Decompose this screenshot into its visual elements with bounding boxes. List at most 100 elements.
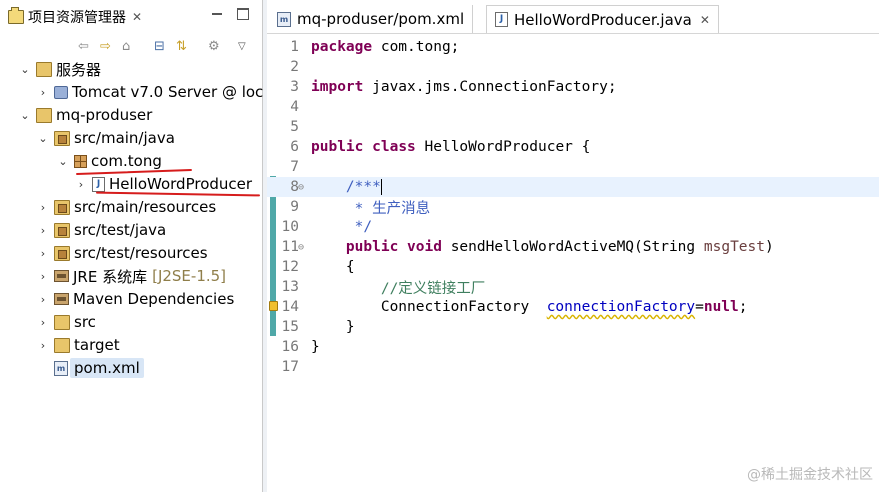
tree-item-label: Maven Dependencies [73,290,235,308]
chevron-right-icon[interactable]: › [36,247,50,260]
chevron-down-icon[interactable]: ⌄ [36,132,50,145]
code-line: 12 { [267,257,879,277]
filter-icon[interactable]: ⚙ [208,39,220,54]
chevron-down-icon[interactable]: ⌄ [18,109,32,122]
line-number: 3 [290,79,299,95]
tree-item-label: src/main/resources [74,198,217,216]
chevron-right-icon[interactable]: › [36,201,50,214]
chevron-right-icon[interactable]: › [74,178,88,191]
code-area[interactable]: 1 package com.tong; 2 3 import javax.jms… [267,34,879,492]
tree-item-pom[interactable]: m pom.xml [36,357,144,379]
tree-item-label: mq-produser [56,106,153,124]
close-icon[interactable]: ✕ [700,13,710,27]
explorer-tab-bar: 项目资源管理器 ✕ [0,0,263,34]
explorer-title: 项目资源管理器 [28,10,126,26]
maven-pom-icon: m [54,360,68,376]
source-folder-icon [54,199,70,215]
tree-item-src-main-java[interactable]: ⌄ src/main/java [36,127,175,149]
line-number: 9 [290,199,299,215]
code-line: 15 } [267,317,879,337]
code-line: 14 ConnectionFactory connectionFactory = n… [267,297,879,317]
tree-item-maven-deps[interactable]: › Maven Dependencies [36,288,234,310]
tree-item-label: src/test/resources [74,244,208,262]
code-editor: m mq-produser/pom.xml J HelloWordProduce… [267,0,879,492]
maximize-icon[interactable] [237,8,249,20]
current-code-line: 8 ⊖ /*** [267,177,879,197]
line-number: 15 [281,319,299,335]
chevron-right-icon[interactable]: › [36,224,50,237]
explorer-tab[interactable]: 项目资源管理器 ✕ [8,6,142,28]
watermark: @稀土掘金技术社区 [747,467,873,483]
chevron-right-icon[interactable]: › [36,270,50,283]
tab-java-file[interactable]: J HelloWordProducer.java ✕ [486,5,719,33]
tab-pom-xml[interactable]: m mq-produser/pom.xml [269,5,474,33]
chevron-down-icon[interactable]: ⌄ [18,63,32,76]
code-line: 13 //定义链接工厂 [267,277,879,297]
tree-item-package[interactable]: ⌄ com.tong [56,150,162,172]
folder-icon [54,314,70,330]
tree-item-label: 服务器 [56,60,102,79]
chevron-down-icon[interactable]: ⌄ [56,155,70,168]
tree-item-src-test-resources[interactable]: › src/test/resources [36,242,208,264]
line-number: 11 [281,239,299,255]
tree-item-label: src/test/java [74,221,167,239]
forward-icon[interactable]: ⇨ [100,39,111,54]
tree-item-src[interactable]: › src [36,311,96,333]
tree-item-servers[interactable]: ⌄ 服务器 [18,58,101,80]
tree-item-target[interactable]: › target [36,334,120,356]
code-line: 4 [267,97,879,117]
line-number: 5 [290,119,299,135]
explorer-toolbar: ⇦ ⇨ ⌂ ⊟ ⇅ ⚙ ▽ [0,34,263,58]
jre-version-label: [J2SE-1.5] [152,267,227,285]
code-line: 7 [267,157,879,177]
code-line: 5 [267,117,879,137]
chevron-right-icon[interactable]: › [36,86,50,99]
tree-item-tomcat[interactable]: › Tomcat v7.0 Server @ loc [36,81,264,103]
folder-icon [8,7,24,24]
folder-icon [54,337,70,353]
tree-item-label: src [74,313,96,331]
tree-item-label: HelloWordProducer [109,175,253,193]
tree-item-jre-library[interactable]: › JRE 系统库 [J2SE-1.5] [36,265,226,287]
source-folder-icon [54,130,70,146]
chevron-right-icon[interactable]: › [36,316,50,329]
tree-item-project[interactable]: ⌄ mq-produser [18,104,152,126]
package-icon [74,154,87,168]
tree-item-src-test-java[interactable]: › src/test/java [36,219,166,241]
code-line: 9 * 生产消息 [267,197,879,217]
chevron-right-icon[interactable]: › [36,293,50,306]
tree-item-label: Tomcat v7.0 Server @ loc [72,83,264,101]
maven-pom-icon: m [277,11,291,27]
home-icon[interactable]: ⌂ [122,39,130,54]
line-number: 7 [290,159,299,175]
library-icon [54,270,69,282]
code-line: 16 } [267,337,879,357]
server-icon [54,85,68,99]
code-line: 1 package com.tong; [267,37,879,57]
code-line: 10 */ [267,217,879,237]
java-file-icon: J [495,12,508,27]
back-icon[interactable]: ⇦ [78,39,89,54]
source-folder-icon [54,222,70,238]
line-number: 10 [281,219,299,235]
collapse-all-icon[interactable]: ⊟ [154,39,165,54]
code-line: 2 [267,57,879,77]
text-cursor [380,179,382,195]
view-menu-icon[interactable]: ▽ [238,41,246,52]
fold-toggle-icon[interactable]: ⊖ [298,242,304,253]
tab-label: HelloWordProducer.java [514,10,692,29]
folder-icon [36,61,52,77]
java-file-icon: J [92,176,105,192]
code-line: 6 public class HelloWordProducer { [267,137,879,157]
link-editor-icon[interactable]: ⇅ [176,39,187,54]
tree-item-src-main-resources[interactable]: › src/main/resources [36,196,216,218]
close-icon[interactable]: ✕ [132,10,142,24]
line-number: 13 [281,279,299,295]
line-number: 14 [281,299,299,315]
library-icon [54,293,69,305]
line-number: 1 [290,39,299,55]
fold-toggle-icon[interactable]: ⊖ [298,182,304,193]
minimize-icon[interactable] [211,8,223,20]
chevron-right-icon[interactable]: › [36,339,50,352]
line-number: 6 [290,139,299,155]
